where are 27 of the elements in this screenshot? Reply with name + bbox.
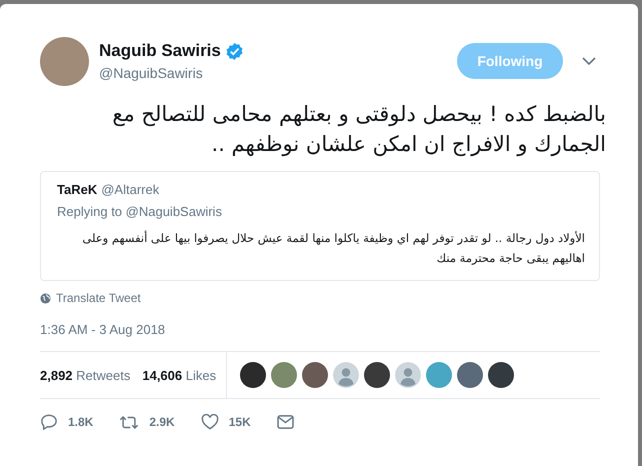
tweet-timestamp[interactable]: 1:36 AM - 3 Aug 2018 (40, 322, 166, 337)
engagement-count[interactable]: 14,606 Likes (142, 368, 216, 382)
default-avatar-icon[interactable] (395, 362, 422, 388)
translate-tweet-link[interactable]: Translate Tweet (56, 291, 141, 305)
action-count: 2.9K (149, 415, 175, 429)
quoted-tweet-text: الأولاد دول رجالة .. لو تقدر توفر لهم اي وظيفة ياكلوا منها لقمة عيش حلال يصرفوا بيها على أنفسهم وعلى اهاليهم يبقى حاجة محترمة منك (81, 230, 585, 267)
quoted-author-handle: @Altarrek (101, 182, 160, 197)
reply-icon[interactable] (40, 414, 58, 430)
quoted-author-name: TaReK (57, 182, 98, 197)
user-photo-placeholder[interactable] (488, 362, 514, 388)
envelope-icon[interactable] (276, 415, 294, 429)
engagement-count[interactable]: 2,892 Retweets (40, 368, 130, 382)
chevron-down-icon[interactable] (582, 57, 596, 65)
retweet-icon[interactable] (119, 414, 140, 430)
replying-to-text: Replying to @NaguibSawiris (57, 204, 222, 219)
author-name[interactable]: Naguib Sawiris (99, 41, 221, 61)
globe-icon (40, 292, 51, 304)
author-handle[interactable]: @NaguibSawiris (99, 65, 457, 81)
action-count: 1.8K (68, 415, 94, 429)
user-photo-placeholder[interactable] (364, 362, 390, 388)
action-count: 15K (228, 415, 251, 429)
heart-icon[interactable] (200, 414, 219, 430)
profile-photo-placeholder[interactable] (40, 36, 89, 86)
default-avatar-icon[interactable] (333, 362, 360, 388)
user-photo-placeholder[interactable] (302, 362, 328, 388)
tweet-text: بالضبط كده ! بيحصل دلوقتى و بعتلهم محامى للتصالح مع الجمارك و الافراج ان امكن علشان نوظفهم .. (111, 101, 606, 158)
user-photo-placeholder[interactable] (240, 362, 266, 388)
